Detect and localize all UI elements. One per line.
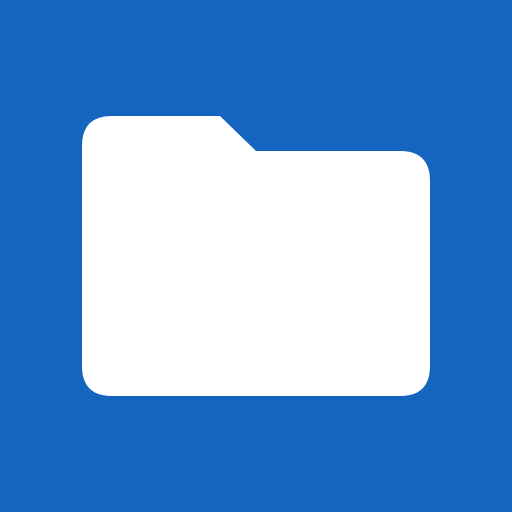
folder-app-icon[interactable] [0, 0, 512, 512]
folder-shape [82, 116, 430, 396]
folder-icon [82, 116, 430, 396]
